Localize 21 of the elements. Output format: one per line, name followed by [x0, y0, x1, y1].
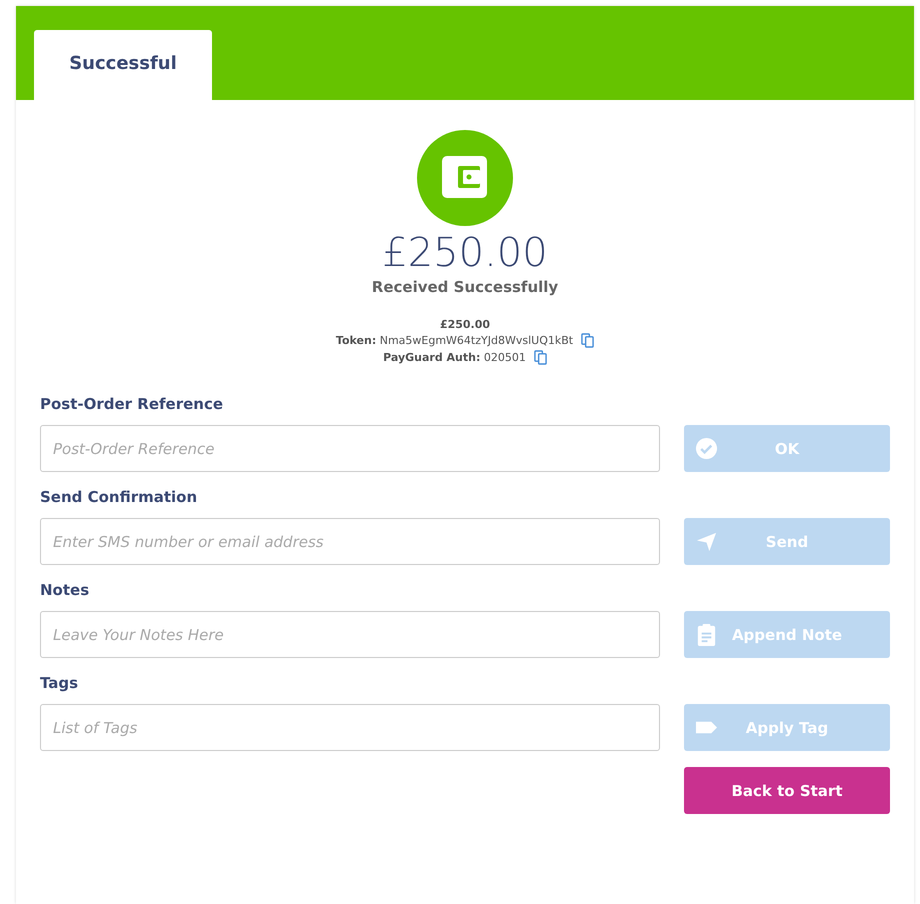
detail-text: Token: Nma5wEgmW64tzYJd8WvslUQ1kBt: [336, 334, 574, 347]
field-label: Notes: [40, 581, 90, 599]
wallet-icon: [417, 130, 513, 226]
input-field[interactable]: Enter SMS number or email address: [40, 518, 660, 565]
status-text: Received Successfully: [372, 278, 558, 296]
input-field[interactable]: Leave Your Notes Here: [40, 611, 660, 658]
amount: £250.00: [382, 230, 548, 276]
field-label: Tags: [40, 674, 80, 692]
copy-icon[interactable]: [581, 333, 594, 348]
input-field[interactable]: Post-Order Reference: [40, 425, 660, 472]
check-icon: [695, 437, 718, 460]
input-field[interactable]: List of Tags: [40, 704, 660, 751]
copy-icon[interactable]: [534, 350, 547, 365]
field-label: Send Confirmation: [40, 488, 198, 506]
field-label: Post-Order Reference: [40, 395, 224, 413]
detail-amount: £250.00: [440, 318, 490, 331]
paper-plane-icon: [695, 530, 718, 553]
tab[interactable]: Successful: [34, 30, 212, 100]
clipboard-icon: [695, 623, 718, 646]
back-to-start-button[interactable]: Back to Start: [684, 767, 890, 814]
detail-text: PayGuard Auth: 020501: [383, 351, 526, 364]
